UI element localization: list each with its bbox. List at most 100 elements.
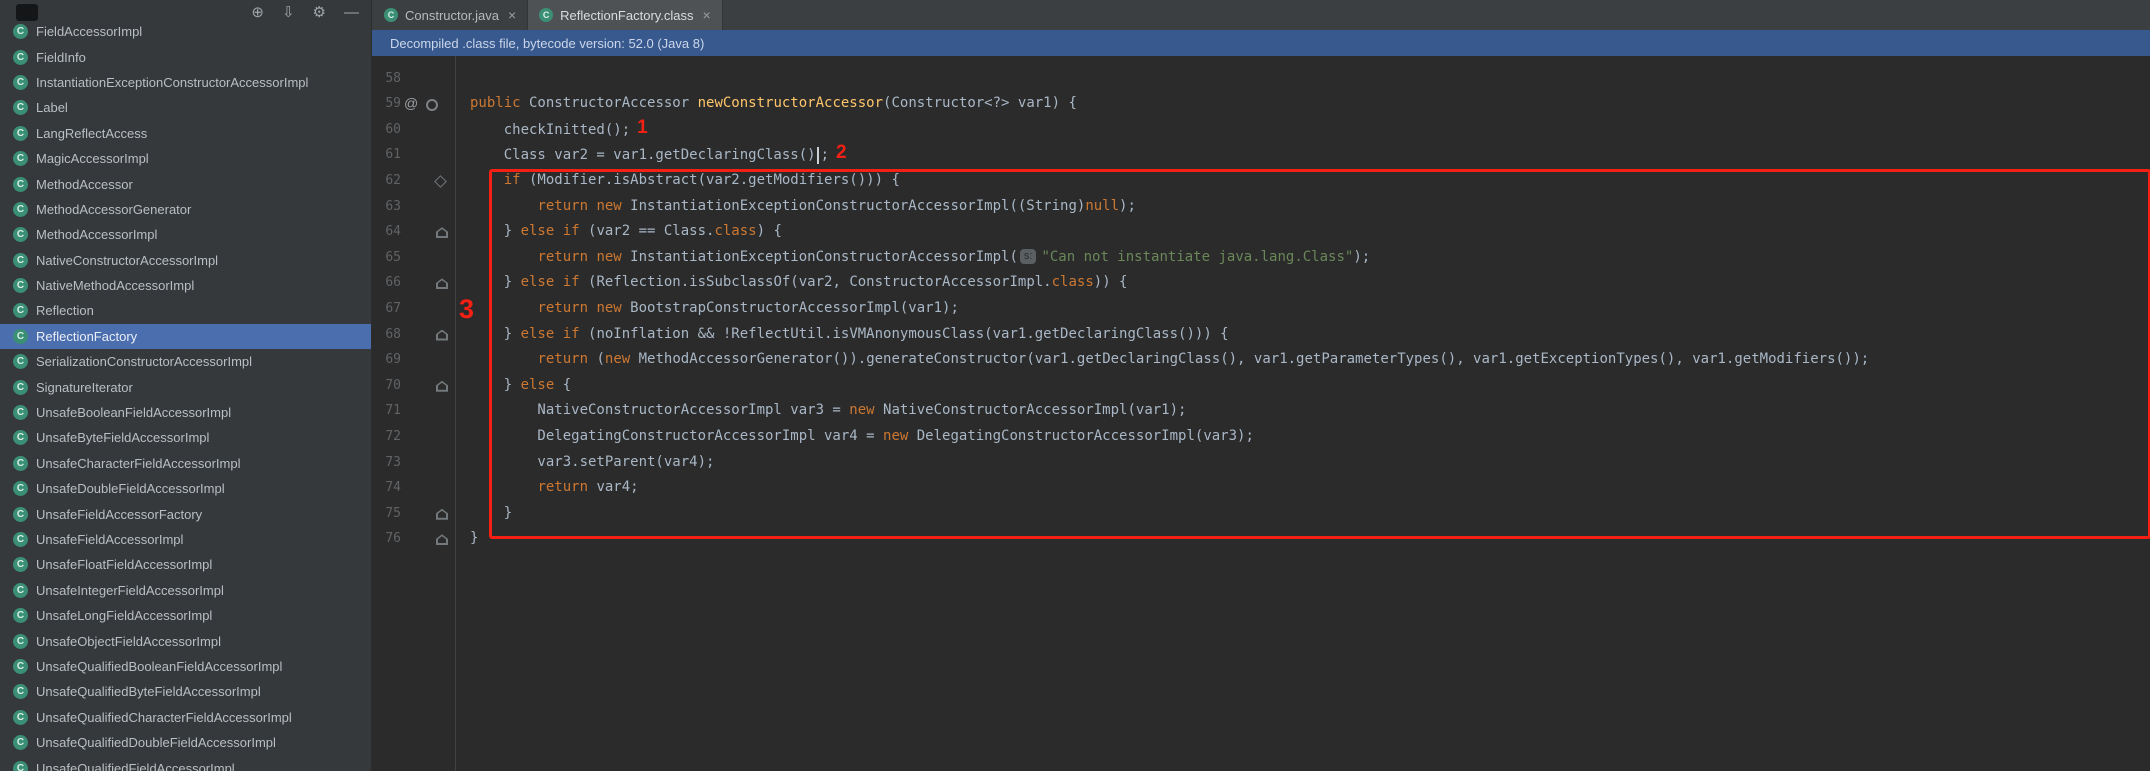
line-number: 61 bbox=[385, 147, 401, 163]
banner-text: Decompiled .class file, bytecode version… bbox=[390, 35, 705, 51]
code-text: } bbox=[455, 526, 478, 552]
editor-line[interactable]: 59 @ public ConstructorAccessor newConstru… bbox=[371, 91, 2150, 117]
tool-window-icon[interactable] bbox=[16, 4, 38, 21]
sidebar-item[interactable]: C UnsafeObjectFieldAccessorImpl bbox=[0, 628, 371, 653]
line-gutter: 59 @ bbox=[371, 91, 455, 117]
line-number: 62 bbox=[385, 172, 401, 188]
class-icon: C bbox=[13, 303, 28, 319]
sidebar-item[interactable]: C UnsafeDoubleFieldAccessorImpl bbox=[0, 476, 371, 501]
sidebar-item[interactable]: C MethodAccessor bbox=[0, 171, 371, 196]
sidebar-item[interactable]: C SignatureIterator bbox=[0, 374, 371, 399]
sidebar-item[interactable]: C Reflection bbox=[0, 298, 371, 323]
line-number: 58 bbox=[385, 70, 401, 86]
fold-marker-icon[interactable] bbox=[436, 380, 448, 392]
sidebar-item[interactable]: C SerializationConstructorAccessorImpl bbox=[0, 349, 371, 374]
fold-marker-icon[interactable] bbox=[436, 329, 448, 341]
code-text: checkInitted(); 1 bbox=[455, 116, 648, 144]
sidebar-item[interactable]: C LangReflectAccess bbox=[0, 121, 371, 146]
code-token: newConstructorAccessor bbox=[697, 95, 884, 112]
line-gutter: 67 bbox=[371, 296, 455, 322]
sidebar-item[interactable]: C MagicAccessorImpl bbox=[0, 146, 371, 171]
sidebar-item[interactable]: C UnsafeQualifiedCharacterFieldAccessorIm… bbox=[0, 705, 371, 730]
line-number: 76 bbox=[385, 531, 401, 547]
annotation-label-3: 3 bbox=[459, 294, 475, 324]
line-number: 73 bbox=[385, 454, 401, 470]
line-number: 71 bbox=[385, 403, 401, 419]
close-tab-icon[interactable]: × bbox=[703, 7, 711, 23]
sidebar-item[interactable]: C InstantiationExceptionConstructorAccess… bbox=[0, 70, 371, 95]
editor-area: 575859@public ConstructorAccessor newCon… bbox=[371, 0, 2150, 771]
class-icon: C bbox=[13, 405, 28, 421]
fold-marker-icon[interactable] bbox=[436, 227, 448, 239]
target-icon[interactable]: ⊕ bbox=[251, 5, 264, 20]
editor-line[interactable]: 60 checkInitted(); 1 bbox=[371, 117, 2150, 143]
sidebar-item[interactable]: C MethodAccessorImpl bbox=[0, 222, 371, 247]
code-text: public ConstructorAccessor newConstructo… bbox=[455, 91, 1077, 117]
sidebar-item[interactable]: C MethodAccessorGenerator bbox=[0, 197, 371, 222]
fold-marker-icon[interactable] bbox=[436, 278, 448, 290]
class-icon: C bbox=[13, 201, 28, 217]
sidebar-item-label: UnsafeFloatFieldAccessorImpl bbox=[36, 557, 213, 573]
class-icon: C bbox=[13, 608, 28, 624]
editor-tab[interactable]: C Constructor.java × bbox=[373, 0, 529, 30]
sidebar-item-label: NativeConstructorAccessorImpl bbox=[36, 252, 219, 268]
sidebar-item[interactable]: C UnsafeIntegerFieldAccessorImpl bbox=[0, 578, 371, 603]
sidebar-toolbar: ⊕ ⇩ ⚙ — bbox=[0, 0, 371, 24]
sidebar-item[interactable]: C UnsafeFloatFieldAccessorImpl bbox=[0, 552, 371, 577]
fold-marker-icon[interactable] bbox=[436, 508, 448, 520]
sidebar-item-label: MethodAccessor bbox=[36, 176, 133, 192]
line-gutter: 76 bbox=[371, 526, 455, 552]
line-gutter: 63 bbox=[371, 194, 455, 220]
class-icon: C bbox=[13, 24, 28, 40]
sidebar-item[interactable]: C UnsafeQualifiedFieldAccessorImpl bbox=[0, 755, 371, 771]
sidebar-item-label: UnsafeBooleanFieldAccessorImpl bbox=[36, 405, 232, 421]
sidebar-item[interactable]: C UnsafeQualifiedByteFieldAccessorImpl bbox=[0, 679, 371, 704]
sidebar-item[interactable]: C UnsafeFieldAccessorFactory bbox=[0, 501, 371, 526]
sidebar-item[interactable]: C NativeMethodAccessorImpl bbox=[0, 273, 371, 298]
sidebar-item-label: UnsafeByteFieldAccessorImpl bbox=[36, 430, 210, 446]
sidebar-item[interactable]: C UnsafeLongFieldAccessorImpl bbox=[0, 603, 371, 628]
sidebar-item-label: MethodAccessorGenerator bbox=[36, 201, 192, 217]
line-gutter: 75 bbox=[371, 501, 455, 527]
sidebar-item-label: Label bbox=[36, 100, 68, 116]
sidebar-item-label: MagicAccessorImpl bbox=[36, 151, 149, 167]
line-number: 70 bbox=[385, 377, 401, 393]
sidebar-item-label: SignatureIterator bbox=[36, 379, 133, 395]
sidebar-item[interactable]: C UnsafeFieldAccessorImpl bbox=[0, 527, 371, 552]
override-gutter-icon[interactable] bbox=[426, 99, 438, 112]
sidebar-item[interactable]: C UnsafeQualifiedBooleanFieldAccessorImpl bbox=[0, 654, 371, 679]
editor-line[interactable]: 58 bbox=[371, 66, 2150, 92]
editor-tab[interactable]: C ReflectionFactory.class × bbox=[528, 0, 723, 30]
line-number: 64 bbox=[385, 224, 401, 240]
sidebar-item[interactable]: C UnsafeCharacterFieldAccessorImpl bbox=[0, 451, 371, 476]
line-gutter: 62 bbox=[371, 168, 455, 194]
annotation-gutter-icon[interactable]: @ bbox=[404, 91, 418, 117]
class-icon: C bbox=[13, 684, 28, 700]
fold-marker-icon[interactable] bbox=[434, 175, 447, 188]
class-icon: C bbox=[13, 252, 28, 268]
class-icon: C bbox=[13, 481, 28, 497]
sidebar-item[interactable]: C NativeConstructorAccessorImpl bbox=[0, 248, 371, 273]
line-gutter: 66 bbox=[371, 270, 455, 296]
sidebar-item[interactable]: C ReflectionFactory bbox=[0, 323, 371, 350]
line-gutter: 60 bbox=[371, 117, 455, 143]
class-icon: C bbox=[13, 658, 28, 674]
sidebar-item[interactable]: C Label bbox=[0, 95, 371, 120]
sidebar-item[interactable]: C UnsafeQualifiedDoubleFieldAccessorImpl bbox=[0, 730, 371, 755]
line-number: 63 bbox=[385, 198, 401, 214]
scroll-from-source-icon[interactable]: ⇩ bbox=[282, 5, 295, 20]
close-tab-icon[interactable]: × bbox=[508, 7, 516, 23]
sidebar-item-label: UnsafeFieldAccessorImpl bbox=[36, 532, 184, 547]
sidebar-item[interactable]: C UnsafeByteFieldAccessorImpl bbox=[0, 425, 371, 450]
editor-line[interactable]: 61 Class var2 = var1.getDeclaringClass()… bbox=[371, 142, 2150, 168]
line-number: 69 bbox=[385, 352, 401, 368]
fold-marker-icon[interactable] bbox=[436, 534, 448, 546]
annotation-rect bbox=[489, 169, 2150, 539]
hide-icon[interactable]: — bbox=[344, 5, 359, 20]
code-token: } bbox=[470, 530, 479, 547]
sidebar-item[interactable]: C UnsafeBooleanFieldAccessorImpl bbox=[0, 400, 371, 425]
sidebar-item-label: ReflectionFactory bbox=[36, 328, 138, 344]
settings-icon[interactable]: ⚙ bbox=[313, 5, 326, 20]
sidebar-item[interactable]: C FieldInfo bbox=[0, 44, 371, 69]
line-gutter: 64 bbox=[371, 219, 455, 245]
